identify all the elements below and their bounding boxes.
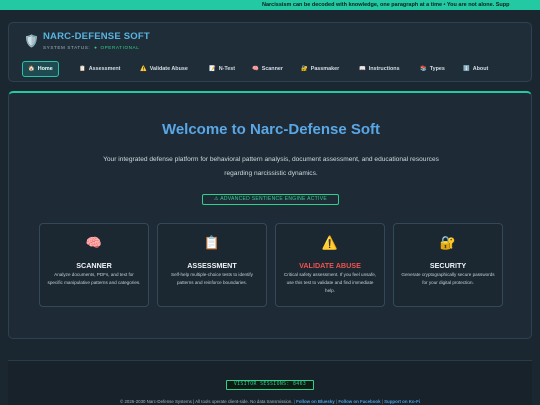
card-title: VALIDATE ABUSE xyxy=(299,261,361,270)
nav-item-passmaker[interactable]: 🔐 Passmaker xyxy=(296,61,344,77)
nav-item-n-test[interactable]: 📝 N-Test xyxy=(204,61,240,77)
lock-key-icon: 🔐 xyxy=(439,235,457,250)
nav-item-label: Home xyxy=(37,66,53,72)
card-title: SECURITY xyxy=(429,261,467,270)
card-description: Critical safety assessment. If you feel … xyxy=(283,272,377,294)
nav-item-assessment[interactable]: 📋 Assessment xyxy=(74,61,125,77)
home-panel: Welcome to Narc-Defense Soft Your integr… xyxy=(8,91,532,339)
card-description: Generate cryptographically secure passwo… xyxy=(401,272,495,286)
visitor-counter: VISITOR SESSIONS: 8463 xyxy=(226,380,314,390)
nav-item-label: Validate Abuse xyxy=(149,66,188,72)
feature-card-scanner[interactable]: 🧠 SCANNER Analyze documents, PDFs, and t… xyxy=(39,223,149,307)
kofi-link[interactable]: Support on Ko-Fi xyxy=(384,399,420,404)
feature-card-assessment[interactable]: 📋 ASSESSMENT Self-help multiple-choice t… xyxy=(157,223,267,307)
page-footer: VISITOR SESSIONS: 8463 © 2026-2030 Narc-… xyxy=(8,360,532,405)
engine-status-badge: ⚠ ADVANCED SENTIENCE ENGINE ACTIVE xyxy=(202,194,339,205)
nav-item-label: About xyxy=(472,66,489,72)
card-title: SCANNER xyxy=(76,261,112,270)
announcement-ticker: Narcissism can be decoded with knowledge… xyxy=(0,0,540,10)
intro-text: Your integrated defense platform for beh… xyxy=(103,156,439,177)
status-dot-icon: ● xyxy=(94,45,98,50)
nav-item-label: Assessment xyxy=(88,66,121,72)
bluesky-link[interactable]: Follow on Bluesky xyxy=(296,399,335,404)
card-title: ASSESSMENT xyxy=(187,261,237,270)
nav-item-label: Scanner xyxy=(261,66,283,72)
nav-item-label: N-Test xyxy=(218,66,236,72)
clipboard-icon: 📋 xyxy=(79,66,86,72)
nav-item-scanner[interactable]: 🧠 Scanner xyxy=(247,61,288,77)
app-title: NARC-DEFENSE SOFT xyxy=(43,31,150,42)
books-icon: 📚 xyxy=(420,66,427,72)
nav-item-label: Passmaker xyxy=(310,66,340,72)
app-header: 🛡️ NARC-DEFENSE SOFT SYSTEM STATUS: ● OP… xyxy=(8,22,532,82)
nav-item-label: Instructions xyxy=(368,66,400,72)
copyright-text: © 2026-2030 Narc-Defense Systems | All t… xyxy=(120,399,293,404)
clipboard-icon: 📋 xyxy=(203,235,221,250)
nav-item-home[interactable]: 🏠 Home xyxy=(22,61,59,77)
status-label: SYSTEM STATUS: xyxy=(43,45,91,50)
shield-icon: 🛡️ xyxy=(24,34,39,48)
status-value: OPERATIONAL xyxy=(100,45,140,50)
copyright-line: © 2026-2030 Narc-Defense Systems | All t… xyxy=(120,399,420,404)
nav-item-about[interactable]: ℹ️ About xyxy=(458,61,493,77)
ticker-text: Narcissism can be decoded with knowledge… xyxy=(262,2,510,8)
book-icon: 📖 xyxy=(359,66,366,72)
feature-card-validate-abuse[interactable]: ⚠️ VALIDATE ABUSE Critical safety assess… xyxy=(275,223,385,307)
facebook-link[interactable]: Follow on Facebook xyxy=(338,399,380,404)
card-description: Analyze documents, PDFs, and text for sp… xyxy=(47,272,141,286)
feature-card-security[interactable]: 🔐 SECURITY Generate cryptographically se… xyxy=(393,223,503,307)
nav-item-instructions[interactable]: 📖 Instructions xyxy=(354,61,405,77)
card-description: Self-help multiple-choice tests to ident… xyxy=(171,272,253,286)
memo-icon: 📝 xyxy=(209,66,216,72)
brain-icon: 🧠 xyxy=(252,66,259,72)
nav-item-types[interactable]: 📚 Types xyxy=(415,61,450,77)
home-icon: 🏠 xyxy=(28,66,35,72)
brain-icon: 🧠 xyxy=(85,235,103,250)
nav-item-validate-abuse[interactable]: ⚠️ Validate Abuse xyxy=(135,61,193,77)
lock-key-icon: 🔐 xyxy=(301,66,308,72)
nav-item-label: Types xyxy=(429,66,445,72)
warning-icon: ⚠️ xyxy=(321,235,339,250)
system-status: SYSTEM STATUS: ● OPERATIONAL xyxy=(43,45,139,50)
info-icon: ℹ️ xyxy=(463,66,470,72)
page-title: Welcome to Narc-Defense Soft xyxy=(161,121,381,138)
warning-icon: ⚠️ xyxy=(140,66,147,72)
